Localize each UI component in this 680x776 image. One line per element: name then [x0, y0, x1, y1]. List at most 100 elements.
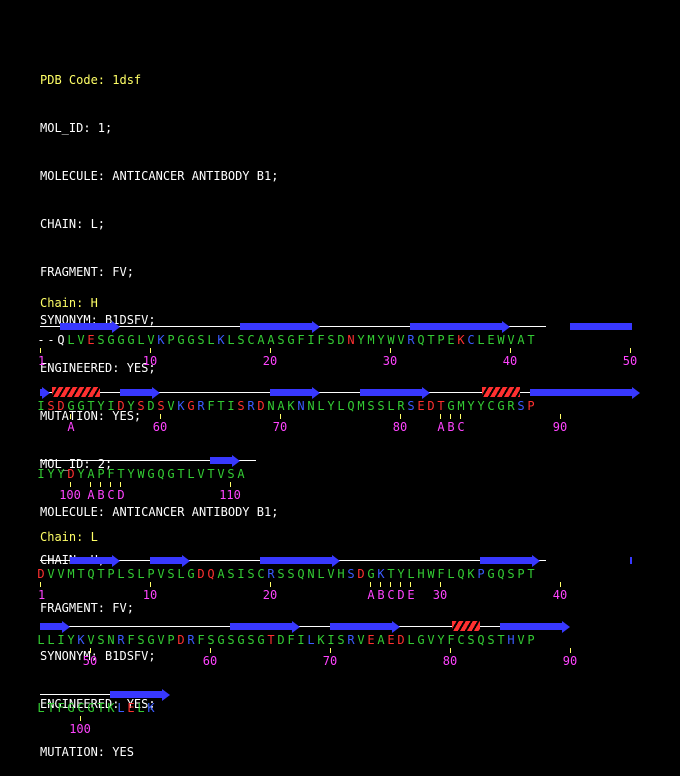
residue: R	[187, 633, 195, 647]
residue: Q	[207, 567, 215, 581]
position-number: 70	[272, 420, 288, 434]
residue: D	[117, 399, 125, 413]
residue: R	[347, 633, 355, 647]
residue: G	[147, 633, 155, 647]
residue: S	[137, 633, 145, 647]
residue: K	[317, 633, 325, 647]
residue: K	[457, 333, 465, 347]
residue: P	[167, 633, 175, 647]
residue: C	[457, 633, 465, 647]
residue: -	[37, 333, 45, 347]
residue: L	[177, 567, 185, 581]
residue: Y	[127, 467, 135, 481]
residue: V	[87, 633, 95, 647]
residue: L	[207, 333, 215, 347]
residue: F	[447, 633, 455, 647]
position-number: 110	[219, 488, 241, 502]
residue: L	[37, 633, 45, 647]
residue: G	[497, 399, 505, 413]
residue: A	[217, 567, 225, 581]
residue: Q	[347, 399, 355, 413]
residue: I	[37, 399, 45, 413]
residue: V	[167, 399, 175, 413]
residue: S	[517, 399, 525, 413]
residue: G	[127, 333, 135, 347]
residue: F	[127, 633, 135, 647]
residue: K	[377, 567, 385, 581]
insertion-tick	[70, 414, 71, 419]
residue: S	[487, 633, 495, 647]
position-tick	[70, 482, 71, 487]
beta-strand	[230, 623, 292, 630]
residue: M	[457, 399, 465, 413]
residue: K	[107, 701, 115, 715]
residue: S	[127, 567, 135, 581]
position-number: 80	[442, 654, 458, 668]
residue: P	[527, 633, 535, 647]
residue: T	[527, 567, 535, 581]
residue: Q	[457, 567, 465, 581]
residue: P	[167, 333, 175, 347]
insertion-code: D	[397, 588, 405, 602]
position-tick	[210, 648, 211, 653]
residue: G	[417, 633, 425, 647]
insertion-tick	[400, 582, 401, 587]
position-tick	[270, 582, 271, 587]
position-number: 60	[202, 654, 218, 668]
residue: F	[207, 399, 215, 413]
residue: E	[417, 399, 425, 413]
beta-strand	[570, 323, 632, 330]
residue: I	[37, 467, 45, 481]
residue: K	[77, 633, 85, 647]
residue: W	[137, 467, 145, 481]
residue: A	[517, 333, 525, 347]
position-number: 100	[59, 488, 81, 502]
insertion-tick	[120, 482, 121, 487]
chain-l-row-1: DVVMTQTPLSLPVSLGDQASISCRSSQNLVHSDGKTYLHW…	[37, 552, 650, 616]
residue: Q	[417, 333, 425, 347]
beta-strand-arrow	[112, 555, 120, 567]
beta-strand	[110, 691, 162, 698]
position-number: 50	[622, 354, 638, 368]
residue: Q	[57, 333, 65, 347]
residue: L	[227, 333, 235, 347]
residue: Y	[127, 399, 135, 413]
residue: A	[257, 333, 265, 347]
insertion-tick	[100, 482, 101, 487]
beta-strand-arrow	[162, 689, 170, 701]
chain-l-label: Chain: L	[40, 530, 98, 544]
beta-strand-arrow	[532, 555, 540, 567]
residue: S	[407, 399, 415, 413]
position-tick	[400, 414, 401, 419]
residue: N	[347, 333, 355, 347]
insertion-tick	[440, 414, 441, 419]
residue: L	[317, 399, 325, 413]
residue: R	[117, 633, 125, 647]
residue: T	[267, 633, 275, 647]
header-line: MOL_ID: 1;	[40, 121, 113, 135]
residue: V	[47, 567, 55, 581]
position-number: 60	[152, 420, 168, 434]
residue: R	[247, 399, 255, 413]
beta-strand-arrow	[182, 555, 190, 567]
position-number: 90	[562, 654, 578, 668]
residue: P	[107, 567, 115, 581]
insertion-code: B	[377, 588, 385, 602]
residue: M	[357, 399, 365, 413]
beta-strand	[330, 623, 392, 630]
position-number: 50	[82, 654, 98, 668]
residue: G	[257, 633, 265, 647]
position-number: 1	[38, 354, 46, 368]
residue: L	[337, 399, 345, 413]
insertion-tick	[460, 414, 461, 419]
residue: E	[487, 333, 495, 347]
chain-h-label: Chain: H	[40, 296, 98, 310]
beta-strand-arrow	[392, 621, 400, 633]
residue: Y	[97, 399, 105, 413]
position-tick	[150, 582, 151, 587]
pdb-code: PDB Code: 1dsf	[40, 73, 142, 87]
residue: M	[67, 567, 75, 581]
residue: L	[137, 567, 145, 581]
position-number: 40	[552, 588, 568, 602]
residue: Q	[297, 567, 305, 581]
